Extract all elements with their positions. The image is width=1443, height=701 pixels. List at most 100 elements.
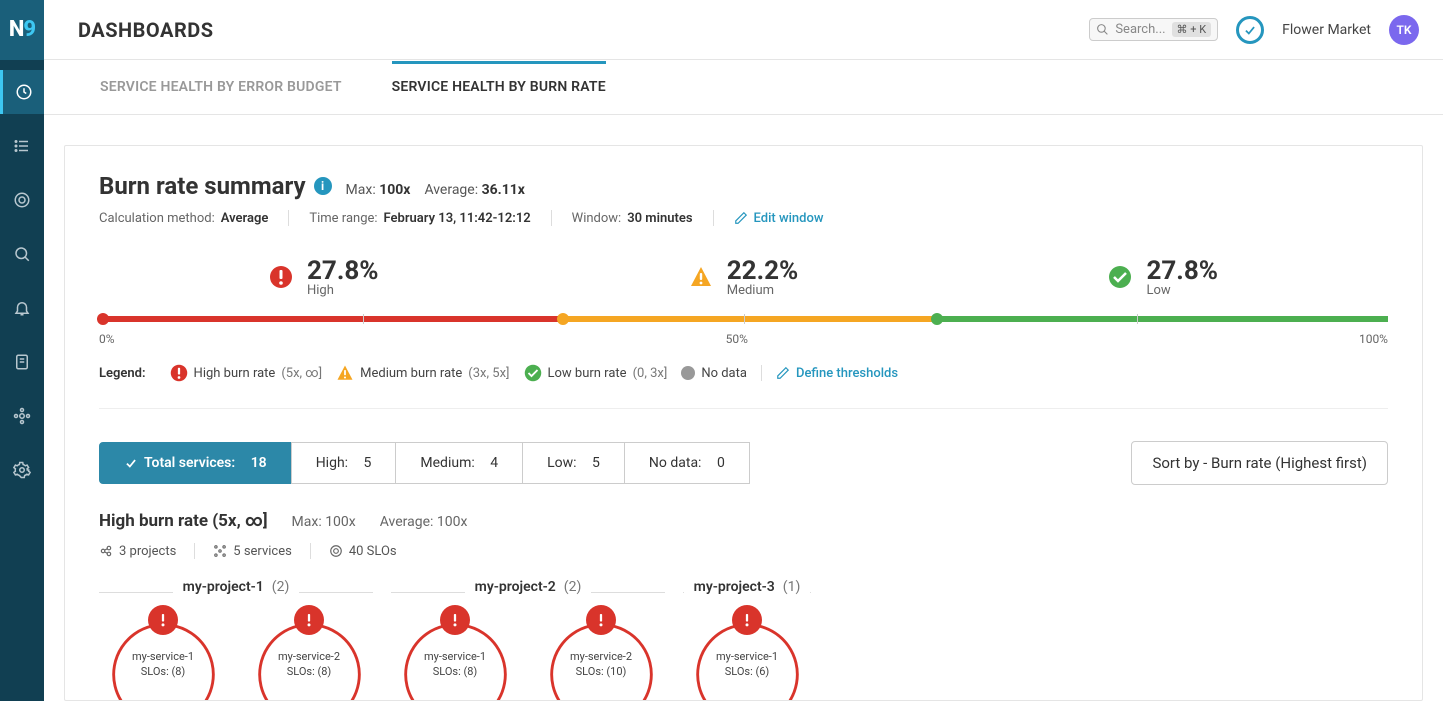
status-icon[interactable] bbox=[1236, 16, 1264, 44]
projects-icon bbox=[99, 544, 113, 558]
sidebar-item-integrations[interactable] bbox=[0, 394, 44, 438]
service-name: my-service-1 bbox=[106, 650, 221, 663]
service-slos: SLOs: (10) bbox=[544, 665, 659, 678]
high-icon bbox=[586, 605, 616, 635]
logo[interactable]: N9 bbox=[0, 0, 44, 60]
sidebar-item-alerts[interactable] bbox=[0, 286, 44, 330]
scale-mid: 50% bbox=[726, 332, 748, 346]
filter-medium[interactable]: Medium: 4 bbox=[395, 442, 523, 484]
scale-end: 100% bbox=[1359, 332, 1388, 346]
service-slos: SLOs: (8) bbox=[106, 665, 221, 678]
high-icon bbox=[732, 605, 762, 635]
dist-low: 27.8%Low bbox=[902, 256, 1388, 298]
search-placeholder: Search... bbox=[1115, 22, 1165, 37]
filter-low[interactable]: Low: 5 bbox=[522, 442, 625, 484]
org-name[interactable]: Flower Market bbox=[1282, 22, 1371, 38]
pencil-icon bbox=[776, 366, 790, 380]
sort-button[interactable]: Sort by - Burn rate (Highest first) bbox=[1131, 441, 1388, 485]
info-icon[interactable]: i bbox=[314, 177, 332, 195]
edit-window-button[interactable]: Edit window bbox=[734, 211, 824, 226]
service-slos: SLOs: (8) bbox=[398, 665, 513, 678]
time-range: Time range:February 13, 11:42-12:12 bbox=[309, 211, 530, 226]
topbar: N9 DASHBOARDS Search... ⌘ + K Flower Mar… bbox=[0, 0, 1443, 60]
tab-error-budget[interactable]: SERVICE HEALTH BY ERROR BUDGET bbox=[100, 61, 342, 113]
scale-start: 0% bbox=[99, 332, 115, 346]
service-name: my-service-1 bbox=[398, 650, 513, 663]
filter-total[interactable]: Total services: 18 bbox=[99, 442, 292, 484]
service-name: my-service-1 bbox=[690, 650, 805, 663]
tab-burn-rate[interactable]: SERVICE HEALTH BY BURN RATE bbox=[392, 61, 606, 113]
sidebar-item-list[interactable] bbox=[0, 124, 44, 168]
bell-icon bbox=[13, 299, 31, 317]
service-card[interactable]: my-service-1 SLOs: (8) bbox=[99, 605, 227, 701]
high-icon bbox=[440, 605, 470, 635]
logo-nine: 9 bbox=[23, 17, 35, 42]
legend-low: Low burn rate(0, 3x] bbox=[524, 364, 668, 382]
service-card[interactable]: my-service-2 SLOs: (8) bbox=[245, 605, 373, 701]
dist-medium: 22.2%Medium bbox=[585, 256, 901, 298]
projects-count: 3 projects bbox=[99, 544, 176, 559]
nodata-icon bbox=[681, 366, 695, 380]
service-name: my-service-2 bbox=[544, 650, 659, 663]
target-icon bbox=[13, 191, 31, 209]
tabs: SERVICE HEALTH BY ERROR BUDGET SERVICE H… bbox=[44, 60, 1443, 115]
check-icon bbox=[124, 456, 138, 470]
page-title: DASHBOARDS bbox=[78, 18, 214, 42]
sidebar bbox=[0, 60, 44, 701]
avatar[interactable]: TK bbox=[1389, 15, 1419, 45]
dist-high: 27.8%High bbox=[99, 256, 585, 298]
services-count: 5 services bbox=[213, 544, 292, 559]
projects-row: my-project-1(2) my-service-1 SLOs: (8) bbox=[99, 579, 1388, 701]
legend-high: High burn rate(5x, ∞] bbox=[170, 364, 323, 382]
service-card[interactable]: my-service-1 SLOs: (8) bbox=[391, 605, 519, 701]
define-thresholds-button[interactable]: Define thresholds bbox=[776, 366, 898, 381]
project-group: my-project-1(2) my-service-1 SLOs: (8) bbox=[99, 579, 373, 701]
pencil-icon bbox=[734, 211, 748, 225]
slo-icon bbox=[329, 544, 343, 558]
project-header[interactable]: my-project-3(1) bbox=[694, 579, 801, 595]
project-header[interactable]: my-project-2(2) bbox=[475, 579, 582, 595]
low-icon bbox=[1108, 265, 1132, 289]
dashboard-icon bbox=[15, 83, 33, 101]
service-card[interactable]: my-service-1 SLOs: (6) bbox=[683, 605, 811, 701]
service-slos: SLOs: (8) bbox=[252, 665, 367, 678]
services-icon bbox=[213, 544, 227, 558]
summary-max: Max: 100x bbox=[346, 182, 411, 198]
group-avg: Average: 100x bbox=[380, 514, 468, 530]
summary-title: Burn rate summary i bbox=[99, 172, 332, 200]
window: Window:30 minutes bbox=[572, 211, 693, 226]
legend-medium: Medium burn rate(3x, 5x] bbox=[336, 364, 509, 382]
shortcut: ⌘ + K bbox=[1172, 22, 1212, 37]
group-max: Max: 100x bbox=[292, 514, 356, 530]
list-icon bbox=[13, 137, 31, 155]
service-name: my-service-2 bbox=[252, 650, 367, 663]
search-icon bbox=[1096, 23, 1109, 36]
service-slos: SLOs: (6) bbox=[690, 665, 805, 678]
medium-icon bbox=[689, 265, 713, 289]
logo-n: N bbox=[9, 17, 24, 42]
sidebar-item-settings[interactable] bbox=[0, 448, 44, 492]
sidebar-item-dashboards[interactable] bbox=[0, 70, 44, 114]
service-card[interactable]: my-service-2 SLOs: (10) bbox=[537, 605, 665, 701]
slos-count: 40 SLOs bbox=[329, 544, 397, 559]
explore-icon bbox=[13, 245, 31, 263]
distribution-bar: 0% 50% 100% bbox=[99, 316, 1388, 346]
filter-high[interactable]: High: 5 bbox=[291, 442, 397, 484]
project-group: my-project-3(1) my-service-1 SLOs: (6) bbox=[683, 579, 811, 701]
sidebar-item-reports[interactable] bbox=[0, 340, 44, 384]
search-input[interactable]: Search... ⌘ + K bbox=[1089, 18, 1218, 41]
calc-method: Calculation method:Average bbox=[99, 211, 268, 226]
project-header[interactable]: my-project-1(2) bbox=[183, 579, 290, 595]
group-title: High burn rate (5x, ∞] bbox=[99, 511, 268, 531]
sidebar-item-explore[interactable] bbox=[0, 232, 44, 276]
gear-icon bbox=[13, 461, 31, 479]
high-icon bbox=[148, 605, 178, 635]
integration-icon bbox=[13, 407, 31, 425]
sidebar-item-slo[interactable] bbox=[0, 178, 44, 222]
project-group: my-project-2(2) my-service-1 SLOs: (8) bbox=[391, 579, 665, 701]
report-icon bbox=[13, 353, 31, 371]
high-icon bbox=[269, 265, 293, 289]
legend-label: Legend: bbox=[99, 366, 146, 381]
legend-nodata: No data bbox=[681, 366, 747, 381]
filter-nodata[interactable]: No data: 0 bbox=[624, 442, 750, 484]
